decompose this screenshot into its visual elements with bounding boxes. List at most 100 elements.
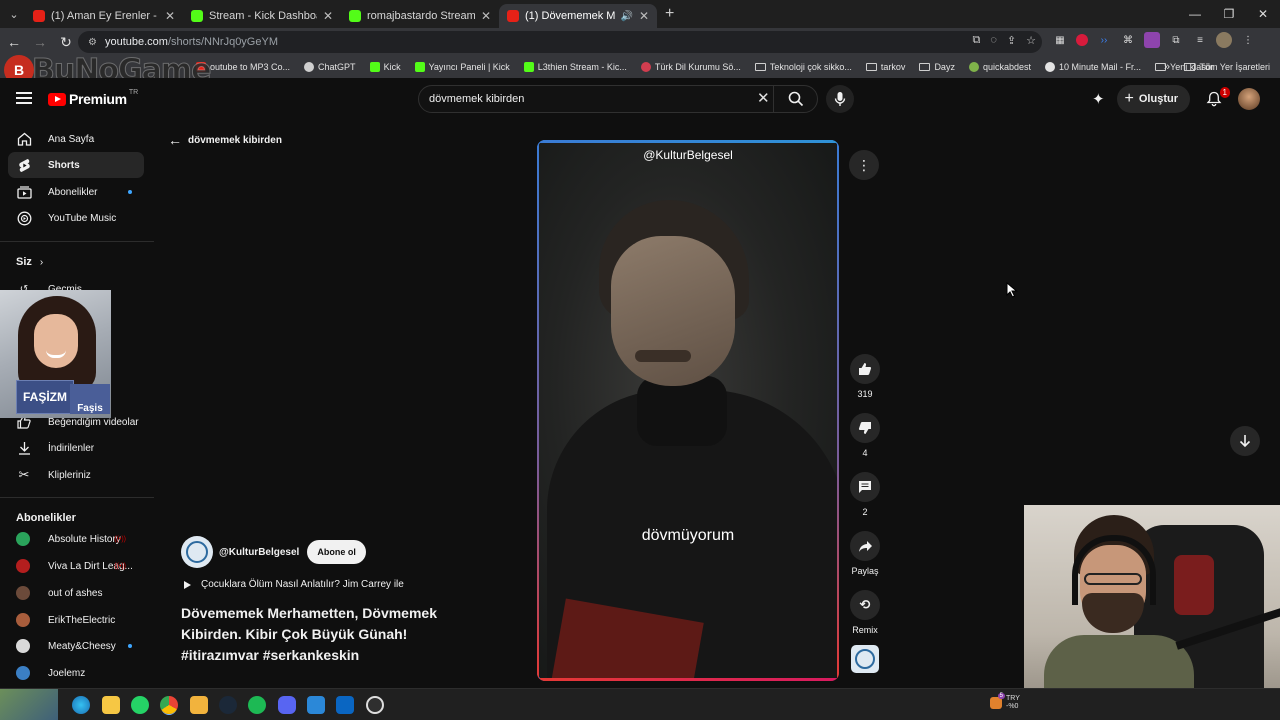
voice-search-button[interactable] — [826, 85, 854, 113]
shorts-video-player[interactable]: @KulturBelgesel dövmüyorum — [537, 140, 839, 681]
sidebar-item-shorts[interactable]: Shorts — [8, 152, 144, 178]
ai-sparkle-icon[interactable]: ✦ — [1092, 90, 1105, 108]
sidebar-sub-item[interactable]: Absolute History ((•)) — [8, 526, 144, 552]
next-short-button[interactable] — [1230, 426, 1260, 456]
more-vert-icon: ⋮ — [857, 156, 871, 173]
close-icon[interactable]: ✕ — [639, 9, 649, 23]
menu-icon[interactable]: ⋮ — [1240, 32, 1256, 48]
share-icon[interactable]: ⇪ — [1007, 34, 1016, 47]
sidebar-item-downloads[interactable]: İndirilenler — [8, 435, 144, 461]
address-bar[interactable]: ⚙ youtube.com/shorts/NNrJq0yGeYM ⧉ ◌ ⇪ ☆ — [78, 31, 1042, 53]
close-icon[interactable]: ✕ — [481, 9, 491, 23]
back-icon[interactable]: ← — [2, 30, 26, 54]
close-icon[interactable]: ✕ — [165, 9, 175, 23]
bookmarks-overflow-button[interactable]: » — [1164, 56, 1170, 78]
file-explorer-icon[interactable] — [190, 696, 208, 714]
sidebar-sub-item[interactable]: out of ashes — [8, 580, 144, 606]
subscribe-button[interactable]: Abone ol — [307, 540, 366, 564]
sidebar-item-clips[interactable]: ✂ Klipleriniz — [8, 462, 144, 488]
browser-tab-1[interactable]: (1) Aman Ey Erenler - Akdeniz Ezgi ✕ — [25, 4, 183, 28]
sidebar-item-home[interactable]: Ana Sayfa — [8, 126, 144, 152]
avatar[interactable] — [1238, 88, 1260, 110]
sidebar-item-subscriptions[interactable]: Abonelikler — [8, 179, 144, 205]
bookmark[interactable]: Yayıncı Paneli | Kick — [414, 62, 510, 72]
share-button[interactable]: Paylaş — [844, 531, 886, 576]
search-button[interactable] — [773, 85, 817, 113]
puzzle-icon[interactable]: ⧉ — [1168, 32, 1184, 48]
sidebar-item-label: ErikTheElectric — [48, 614, 116, 626]
bookmark[interactable]: ChatGPT — [304, 62, 356, 72]
hamburger-menu-icon[interactable] — [16, 92, 32, 104]
close-window-icon[interactable]: ✕ — [1246, 0, 1280, 28]
create-button[interactable]: + Oluştur — [1116, 85, 1190, 113]
youtube-play-icon — [48, 92, 66, 106]
dislike-button[interactable]: 4 — [844, 413, 886, 458]
webcam-overlay-left: FAŞİZM Faşis — [0, 290, 111, 418]
bookmark-folder[interactable]: Dayz — [919, 62, 955, 72]
bookmark[interactable]: 10 Minute Mail - Fr... — [1045, 62, 1141, 72]
like-button[interactable]: 319 — [844, 354, 886, 399]
sticky-notes-icon[interactable] — [102, 696, 120, 714]
extension-blue-icon[interactable]: ›› — [1096, 32, 1112, 48]
comments-button[interactable]: 2 — [844, 472, 886, 517]
minimize-icon[interactable]: — — [1178, 0, 1212, 28]
bookmark[interactable]: L3thien Stream - Kic... — [523, 62, 627, 72]
new-tab-button[interactable]: + — [665, 5, 674, 23]
tab-search-button[interactable]: ⌄ — [3, 3, 25, 25]
channel-name[interactable]: @KulturBelgesel — [219, 547, 299, 558]
remix-button[interactable]: ⟲ Remix — [844, 590, 886, 635]
clear-search-icon[interactable]: ✕ — [757, 90, 770, 108]
tray-app-icon[interactable]: 5 — [990, 693, 1005, 709]
bookmark[interactable]: quickabdest — [968, 62, 1031, 72]
extension-red-icon[interactable] — [1076, 34, 1088, 46]
steam-icon[interactable] — [219, 696, 237, 714]
eye-off-icon[interactable]: ◌ — [990, 34, 997, 47]
more-options-button[interactable]: ⋮ — [849, 150, 879, 180]
discord-icon[interactable] — [278, 696, 296, 714]
extension-icon[interactable]: ▦ — [1052, 32, 1068, 48]
speaker-icon[interactable]: 🔊 — [620, 11, 632, 22]
store-icon[interactable] — [307, 696, 325, 714]
bookmark-folder[interactable]: Teknoloji çok sikko... — [754, 62, 852, 72]
related-video-link[interactable]: Çocuklara Ölüm Nasıl Anlatılır? Jim Carr… — [184, 579, 404, 590]
browser-tab-4[interactable]: (1) Dövememek Merhamet 🔊 ✕ — [499, 4, 657, 28]
site-info-icon[interactable]: ⚙ — [88, 37, 97, 48]
sidebar-sub-item[interactable]: Joelemz — [8, 660, 144, 686]
bookmark[interactable]: Türk Dil Kurumu Sö... — [640, 62, 741, 72]
chrome-icon[interactable] — [160, 696, 178, 714]
close-icon[interactable]: ✕ — [323, 9, 333, 23]
install-app-icon[interactable]: ⧉ — [973, 34, 981, 47]
bookmark-folder[interactable]: tarkov — [865, 62, 905, 72]
sidebar-you-header[interactable]: Siz › — [16, 256, 43, 268]
channel-thumbnail[interactable] — [851, 645, 879, 673]
sidebar-sub-item[interactable]: Meaty&Cheesy — [8, 633, 144, 659]
profile-icon[interactable] — [1216, 32, 1232, 48]
youtube-logo[interactable]: Premium TR — [48, 89, 138, 107]
bookmark[interactable]: Kick — [369, 62, 401, 72]
browser-tab-3[interactable]: romajbastardo Stream - Watch ✕ — [341, 4, 499, 28]
forward-icon[interactable]: → — [28, 30, 52, 54]
star-icon[interactable]: ☆ — [1026, 34, 1036, 47]
obs-icon[interactable] — [366, 696, 384, 714]
app-icon[interactable] — [336, 696, 354, 714]
reload-icon[interactable]: ↻ — [54, 30, 78, 54]
all-bookmarks-button[interactable]: Tüm Yer İşaretleri — [1184, 56, 1270, 78]
currency-widget[interactable]: TRY -%0 — [1006, 695, 1020, 711]
maximize-icon[interactable]: ❐ — [1212, 0, 1246, 28]
whatsapp-icon[interactable] — [131, 696, 149, 714]
extension-purple-icon[interactable] — [1144, 32, 1160, 48]
start-button[interactable] — [0, 689, 58, 720]
edge-icon[interactable] — [72, 696, 90, 714]
sidebar-item-youtube-music[interactable]: YouTube Music — [8, 205, 144, 231]
media-controls-icon[interactable]: ≡ — [1192, 32, 1208, 48]
extension-gamepad-icon[interactable]: ⌘ — [1120, 32, 1136, 48]
sidebar-sub-item[interactable]: ErikTheElectric — [8, 607, 144, 633]
shorts-back-button[interactable]: ← dövmemek kibirden — [168, 132, 282, 148]
browser-tab-2[interactable]: Stream - Kick Dashboard ✕ — [183, 4, 341, 28]
sidebar-sub-item[interactable]: Viva La Dirt Leag... ((•)) — [8, 553, 144, 579]
spotify-icon[interactable] — [248, 696, 266, 714]
bookmark[interactable]: outube to MP3 Co... — [196, 62, 290, 72]
channel-avatar[interactable] — [181, 536, 213, 568]
notifications-button[interactable]: 1 — [1202, 87, 1230, 111]
search-input[interactable] — [429, 93, 749, 105]
